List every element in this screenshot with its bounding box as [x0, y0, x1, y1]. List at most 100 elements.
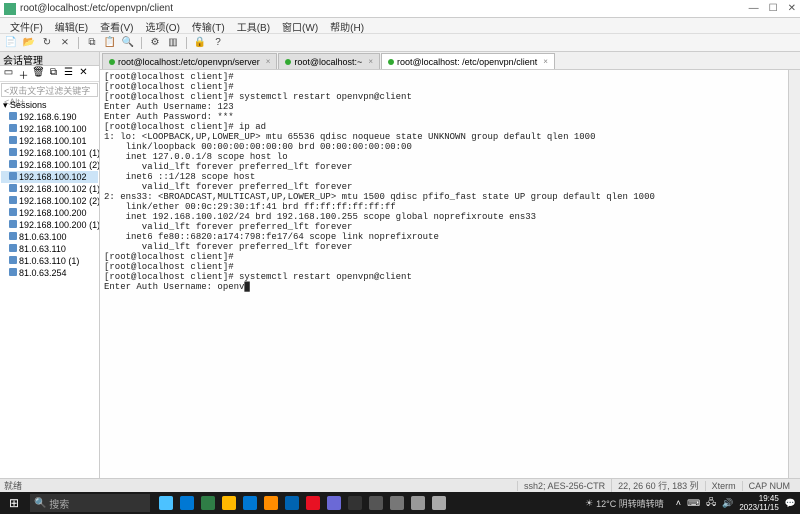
separator — [186, 37, 187, 49]
taskbar-app[interactable] — [261, 493, 281, 513]
session-item[interactable]: 81.0.63.254 — [1, 267, 98, 279]
sidebar-toolbar: ▭ ＋ 🗑 ⧉ ☰ ✕ — [0, 66, 99, 82]
new-folder-icon[interactable]: ▭ — [2, 67, 15, 80]
app-icon — [411, 496, 425, 510]
menu-item[interactable]: 文件(F) — [4, 18, 49, 33]
scrollbar[interactable] — [788, 70, 800, 478]
weather-widget[interactable]: ☀ 12°C 阴转晴转晴 — [579, 497, 670, 510]
taskbar-app[interactable] — [219, 493, 239, 513]
session-item[interactable]: 192.168.100.101 (2) — [1, 159, 98, 171]
taskbar-app[interactable] — [198, 493, 218, 513]
new-session-icon[interactable]: 📄 — [4, 36, 18, 50]
tab-close-icon[interactable]: × — [543, 57, 548, 66]
tab-close-icon[interactable]: × — [266, 57, 271, 66]
session-icon — [9, 244, 17, 252]
open-icon[interactable]: 📂 — [22, 36, 36, 50]
taskbar-app[interactable] — [387, 493, 407, 513]
taskbar-app[interactable] — [408, 493, 428, 513]
app-icon — [4, 3, 16, 15]
app-icon — [327, 496, 341, 510]
tree-root[interactable]: ▾ Sessions — [1, 99, 98, 111]
session-item[interactable]: 81.0.63.110 — [1, 243, 98, 255]
search-icon: 🔍 — [34, 498, 46, 509]
copy-icon[interactable]: ⧉ — [85, 36, 99, 50]
tray-volume-icon[interactable]: 🔊 — [722, 498, 733, 509]
notifications-icon[interactable]: 💬 — [785, 498, 796, 509]
session-tab[interactable]: root@localhost: /etc/openvpn/client× — [381, 53, 555, 69]
settings-icon[interactable]: ⚙ — [148, 36, 162, 50]
terminal[interactable]: [root@localhost client]# [root@localhost… — [100, 70, 788, 478]
session-item[interactable]: 192.168.100.102 — [1, 171, 98, 183]
menu-item[interactable]: 帮助(H) — [324, 18, 370, 33]
delete-icon[interactable]: 🗑 — [32, 67, 45, 80]
session-icon — [9, 136, 17, 144]
tray-input-icon[interactable]: ⌨ — [687, 498, 700, 509]
session-icon — [9, 160, 17, 168]
app-icon — [243, 496, 257, 510]
taskbar-app[interactable] — [303, 493, 323, 513]
taskbar-search[interactable]: 🔍 搜索 — [30, 494, 150, 512]
session-tab[interactable]: root@localhost:~× — [278, 53, 380, 69]
content-area: root@localhost:/etc/openvpn/server×root@… — [100, 52, 800, 478]
maximize-button[interactable]: ☐ — [769, 3, 778, 14]
title-bar: root@localhost:/etc/openvpn/client — ☐ ✕ — [0, 0, 800, 18]
session-item[interactable]: 192.168.100.102 (2) — [1, 195, 98, 207]
app-icon — [222, 496, 236, 510]
session-item[interactable]: 192.168.100.100 — [1, 123, 98, 135]
menu-item[interactable]: 编辑(E) — [49, 18, 94, 33]
app-icon — [201, 496, 215, 510]
minimize-button[interactable]: — — [749, 3, 759, 14]
close-button[interactable]: ✕ — [788, 3, 796, 14]
start-button[interactable]: ⊞ — [0, 492, 28, 514]
copy-session-icon[interactable]: ⧉ — [47, 67, 60, 80]
status-dot-icon — [285, 59, 291, 65]
taskbar-app[interactable] — [345, 493, 365, 513]
status-encryption: ssh2; AES-256-CTR — [517, 481, 611, 491]
menu-item[interactable]: 窗口(W) — [276, 18, 324, 33]
app-icon — [159, 496, 173, 510]
filter-input[interactable]: <双击文字过滤关键字<Alt+ — [1, 83, 98, 97]
app-icon — [432, 496, 446, 510]
close-panel-icon[interactable]: ✕ — [77, 67, 90, 80]
properties-icon[interactable]: ☰ — [62, 67, 75, 80]
session-icon — [9, 172, 17, 180]
reconnect-icon[interactable]: ↻ — [40, 36, 54, 50]
status-mode: Xterm — [705, 481, 742, 491]
session-item[interactable]: 192.168.100.101 — [1, 135, 98, 147]
taskbar: ⊞ 🔍 搜索 ☀ 12°C 阴转晴转晴 ˄ ⌨ 🖧 🔊 19:45 2023/1… — [0, 492, 800, 514]
session-item[interactable]: 192.168.6.190 — [1, 111, 98, 123]
tab-close-icon[interactable]: × — [368, 57, 373, 66]
taskbar-app[interactable] — [324, 493, 344, 513]
status-dot-icon — [388, 59, 394, 65]
taskbar-app[interactable] — [282, 493, 302, 513]
session-item[interactable]: 81.0.63.100 — [1, 231, 98, 243]
menu-item[interactable]: 传输(T) — [186, 18, 231, 33]
find-icon[interactable]: 🔍 — [121, 36, 135, 50]
clock-date: 2023/11/15 — [739, 503, 778, 512]
session-tab[interactable]: root@localhost:/etc/openvpn/server× — [102, 53, 277, 69]
session-item[interactable]: 192.168.100.101 (1) — [1, 147, 98, 159]
menu-item[interactable]: 查看(V) — [94, 18, 139, 33]
clock[interactable]: 19:45 2023/11/15 — [739, 494, 778, 512]
paste-icon[interactable]: 📋 — [103, 36, 117, 50]
taskbar-app[interactable] — [177, 493, 197, 513]
menu-item[interactable]: 工具(B) — [231, 18, 276, 33]
session-item[interactable]: 192.168.100.102 (1) — [1, 183, 98, 195]
taskbar-app[interactable] — [366, 493, 386, 513]
help-icon[interactable]: ? — [211, 36, 225, 50]
menu-item[interactable]: 选项(O) — [139, 18, 185, 33]
session-item[interactable]: 81.0.63.110 (1) — [1, 255, 98, 267]
split-icon[interactable]: ▥ — [166, 36, 180, 50]
taskbar-app[interactable] — [156, 493, 176, 513]
session-icon — [9, 256, 17, 264]
system-tray: ☀ 12°C 阴转晴转晴 ˄ ⌨ 🖧 🔊 19:45 2023/11/15 💬 — [579, 494, 800, 512]
sidebar: 会话管理 ▭ ＋ 🗑 ⧉ ☰ ✕ <双击文字过滤关键字<Alt+ ▾ Sessi… — [0, 52, 100, 478]
disconnect-icon[interactable]: ⨯ — [58, 36, 72, 50]
session-item[interactable]: 192.168.100.200 (1) — [1, 219, 98, 231]
session-item[interactable]: 192.168.100.200 — [1, 207, 98, 219]
tray-network-icon[interactable]: 🖧 — [706, 495, 716, 511]
add-session-icon[interactable]: ＋ — [17, 67, 30, 80]
lock-icon[interactable]: 🔒 — [193, 36, 207, 50]
taskbar-app[interactable] — [240, 493, 260, 513]
taskbar-app[interactable] — [429, 493, 449, 513]
